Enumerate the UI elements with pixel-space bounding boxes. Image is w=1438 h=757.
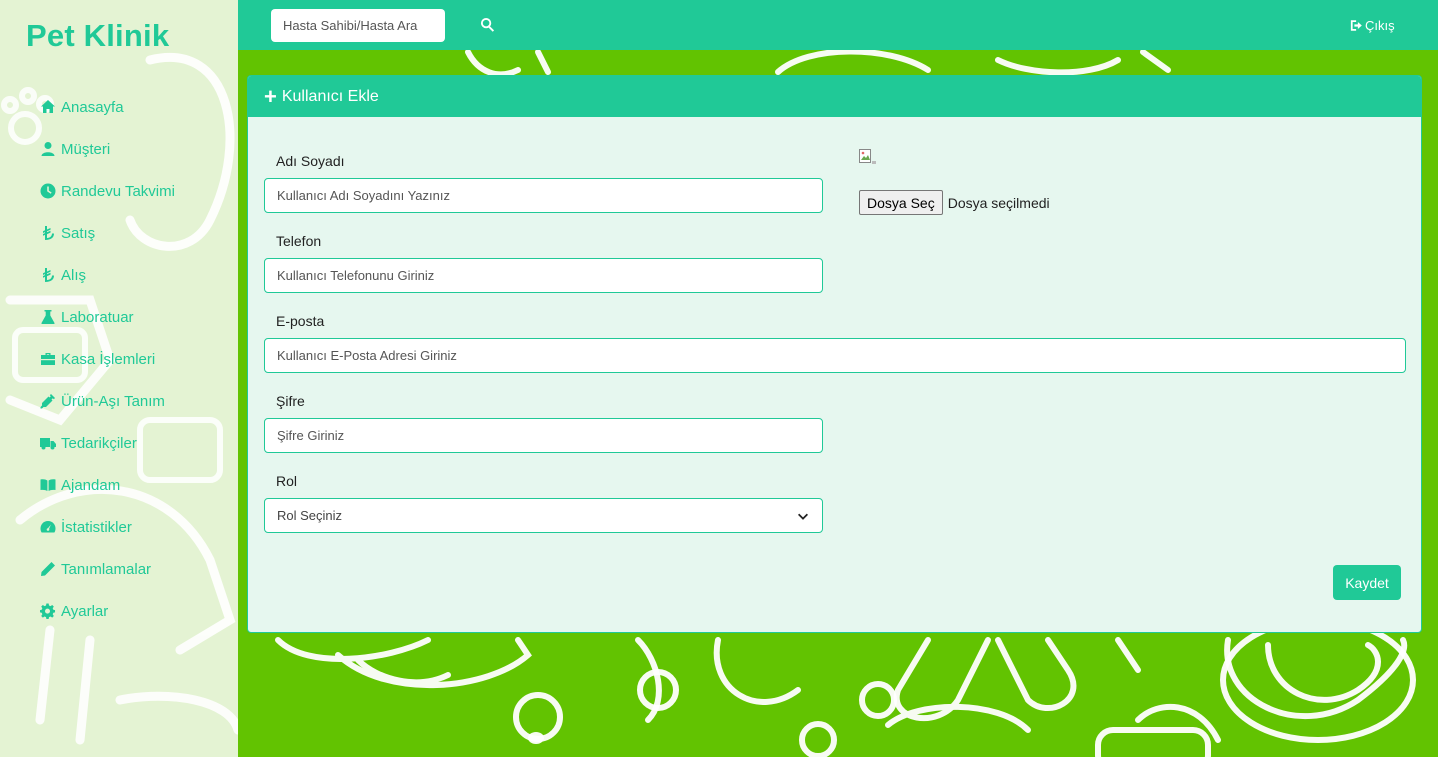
sidebar-item-laboratuar[interactable]: Laboratuar xyxy=(38,296,175,338)
phone-label: Telefon xyxy=(276,233,322,249)
sidebar-item-label: Tanımlamalar xyxy=(61,560,152,578)
sidebar-item-urun-asi-tanim[interactable]: Ürün-Aşı Tanım xyxy=(38,380,175,422)
pencil-icon xyxy=(38,559,58,579)
sidebar-item-label: Ajandam xyxy=(61,476,121,494)
sign-out-icon xyxy=(1350,20,1362,31)
name-field[interactable] xyxy=(264,178,823,213)
sidebar-item-tedarikciler[interactable]: Tedarikçiler xyxy=(38,422,175,464)
sidebar-item-satis[interactable]: Satış xyxy=(38,212,175,254)
briefcase-icon xyxy=(38,349,58,369)
sidebar-item-label: Satış xyxy=(61,224,96,242)
sidebar-item-label: İstatistikler xyxy=(61,518,132,536)
sidebar-item-label: Ayarlar xyxy=(61,602,109,620)
sidebar-item-tanimlamalar[interactable]: Tanımlamalar xyxy=(38,548,175,590)
password-label: Şifre xyxy=(276,393,305,409)
user-icon xyxy=(38,139,58,159)
logout-label: Çıkış xyxy=(1365,18,1395,33)
role-label: Rol xyxy=(276,473,298,489)
brand-logo[interactable]: Pet Klinik xyxy=(26,18,169,54)
sidebar-item-label: Laboratuar xyxy=(61,308,134,326)
role-selected-value: Rol Seçiniz xyxy=(277,508,343,523)
phone-field[interactable] xyxy=(264,258,823,293)
search-icon[interactable] xyxy=(480,17,498,35)
sidebar-item-label: Ürün-Aşı Tanım xyxy=(61,392,165,410)
sidebar-nav: Anasayfa Müşteri Randevu Takvimi Satış A… xyxy=(38,86,175,632)
sidebar-item-ajandam[interactable]: Ajandam xyxy=(38,464,175,506)
password-field[interactable] xyxy=(264,418,823,453)
clock-icon xyxy=(38,181,58,201)
sidebar-item-randevu-takvimi[interactable]: Randevu Takvimi xyxy=(38,170,175,212)
book-icon xyxy=(38,475,58,495)
home-icon xyxy=(38,97,58,117)
sidebar-item-ayarlar[interactable]: Ayarlar xyxy=(38,590,175,632)
search-input[interactable] xyxy=(271,9,445,42)
plus-icon: + xyxy=(264,83,277,109)
email-field[interactable] xyxy=(264,338,1406,373)
card-title: Kullanıcı Ekle xyxy=(281,87,379,105)
sidebar-item-kasa-islemleri[interactable]: Kasa İşlemleri xyxy=(38,338,175,380)
add-user-card: + Kullanıcı Ekle Adı Soyadı Telefon E-po… xyxy=(247,75,1422,633)
card-body: Adı Soyadı Telefon E-posta Şifre Rol Rol… xyxy=(248,117,1421,632)
lira-icon xyxy=(38,223,58,243)
file-status: Dosya seçilmedi xyxy=(947,194,1050,211)
role-select[interactable]: Rol Seçiniz xyxy=(264,498,823,533)
gauge-icon xyxy=(38,517,58,537)
sidebar-item-label: Alış xyxy=(61,266,87,284)
sidebar-item-anasayfa[interactable]: Anasayfa xyxy=(38,86,175,128)
sidebar-item-label: Müşteri xyxy=(61,140,111,158)
broken-image-icon xyxy=(859,149,876,164)
flask-icon xyxy=(38,307,58,327)
logout-button[interactable]: Çıkış xyxy=(1350,18,1395,33)
truck-icon xyxy=(38,433,58,453)
gear-icon xyxy=(38,601,58,621)
email-label: E-posta xyxy=(276,313,325,329)
sidebar-item-label: Anasayfa xyxy=(61,98,124,116)
card-header: + Kullanıcı Ekle xyxy=(248,76,1421,117)
syringe-icon xyxy=(38,391,58,411)
lira-icon xyxy=(38,265,58,285)
sidebar-item-label: Tedarikçiler xyxy=(61,434,137,452)
sidebar-item-label: Randevu Takvimi xyxy=(61,182,175,200)
save-button[interactable]: Kaydet xyxy=(1333,565,1401,600)
top-navbar: Çıkış xyxy=(238,0,1438,50)
choose-file-button[interactable]: Dosya Seç xyxy=(859,190,943,215)
sidebar-item-musteri[interactable]: Müşteri xyxy=(38,128,175,170)
sidebar: Pet Klinik Anasayfa Müşteri Randevu Takv… xyxy=(0,0,238,757)
name-label: Adı Soyadı xyxy=(276,153,345,169)
sidebar-item-alis[interactable]: Alış xyxy=(38,254,175,296)
main-area: Çıkış + Kullanıcı Ekle Adı Soyadı Telefo… xyxy=(238,0,1438,757)
file-upload: Dosya Seç Dosya seçilmedi xyxy=(859,190,1050,215)
sidebar-item-istatistikler[interactable]: İstatistikler xyxy=(38,506,175,548)
sidebar-item-label: Kasa İşlemleri xyxy=(61,350,156,368)
chevron-down-icon xyxy=(798,513,808,520)
